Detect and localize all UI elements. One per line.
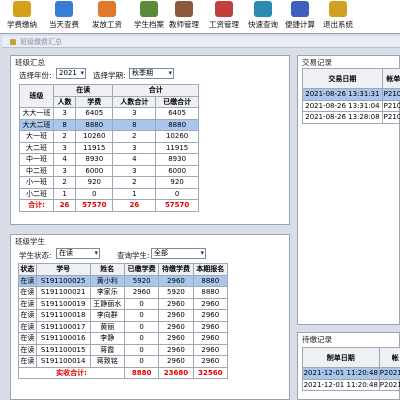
main-toolbar: 学费缴纳 当天查费 发放工资 学生档案 教师管理 工资管理 快速查询 便捷计算 …: [0, 0, 400, 34]
pending-table: 制单日期帐 2021-12-01 11:20:48P202112 2021-12…: [302, 347, 400, 391]
table-row[interactable]: 大大二班 8 8880 8 8880: [19, 118, 199, 131]
exit-icon: [329, 1, 347, 17]
table-row[interactable]: 2021-08-26 13:31:04P21080: [302, 99, 400, 112]
col-count-total: 人数合计: [112, 95, 157, 108]
term-label: 选择学期:: [93, 71, 126, 80]
table-row[interactable]: 在读 S191100021 李家乐 2960 5920 8880: [18, 286, 229, 299]
magnifier-icon: [254, 1, 272, 17]
table-row[interactable]: 在读 S191100018 李向群 0 2960 2960: [18, 309, 229, 322]
calendar-search-icon: [55, 1, 73, 17]
class-summary-panel: 班级汇总 选择年份: 2021 选择学期: 秋季期 班级在读合计 人数学费人数合…: [10, 55, 290, 225]
status-select[interactable]: 在读: [56, 248, 100, 259]
table-row[interactable]: 小二班 1 0 1 0: [19, 187, 199, 200]
coins-icon: [13, 1, 31, 17]
table-row[interactable]: 在读 S191100019 王静丽水 0 2960 2960: [18, 297, 229, 310]
toolbar-pay-tuition[interactable]: 学费缴纳: [2, 0, 42, 34]
query-label: 查询学生:: [117, 251, 150, 260]
students-total-row: 实收合计: 8880 23680 32560: [18, 366, 229, 379]
col-bill-no: 帐单编: [381, 68, 400, 89]
status-label: 学生状态:: [19, 251, 52, 260]
query-select[interactable]: 全部: [151, 248, 206, 259]
class-students-panel: 班级学生 学生状态: 在读 查询学生: 全部 状态学号姓名已缴学费待缴学费本期报…: [10, 234, 290, 400]
window-title: 班级缴费汇总: [20, 38, 62, 46]
wallet-icon: [215, 1, 233, 17]
year-select[interactable]: 2021: [56, 68, 86, 79]
class-students-title: 班级学生: [15, 237, 45, 246]
table-row[interactable]: 2021-12-01 11:20:48P202112: [302, 367, 400, 380]
col-fee: 学费: [75, 95, 114, 108]
window-icon: [10, 39, 16, 45]
col-enroll: 本期报名: [192, 263, 229, 276]
col-trade-date: 交易日期: [302, 68, 383, 89]
table-row[interactable]: 2021-08-26 13:31:31P21080: [302, 88, 400, 101]
table-row[interactable]: 大大一班 3 6405 3 6405: [19, 107, 199, 120]
table-row[interactable]: 小一班 2 920 2 920: [19, 176, 199, 189]
col-status: 状态: [18, 263, 37, 276]
toolbar-salary-mgmt[interactable]: 工资管理: [204, 0, 244, 34]
toolbar-pay-salary[interactable]: 发放工资: [87, 0, 127, 34]
toolbar-student-files[interactable]: 学生档案: [129, 0, 169, 34]
col-total: 合计: [112, 84, 199, 97]
table-row[interactable]: 2021-12-01 11:20:48P202112: [302, 378, 400, 391]
table-row[interactable]: 在读 S191100016 李静 0 2960 2960: [18, 332, 229, 345]
table-row[interactable]: 在读 S191100025 黄小利 5920 2960 8880: [18, 274, 229, 287]
window-titlebar: 班级缴费汇总: [2, 36, 400, 48]
term-select[interactable]: 秋季期: [129, 68, 174, 79]
col-class: 班级: [19, 84, 54, 108]
teacher-icon: [175, 1, 193, 17]
class-summary-table: 班级 在读 合计 人数 学费 人数合计 已缴合计 大大一班 3 6405 3 6405 大大二班 8…: [19, 84, 199, 212]
table-row[interactable]: 中二班 3 6000 3 6000: [19, 164, 199, 177]
student-folder-icon: [140, 1, 158, 17]
toolbar-exit[interactable]: 退出系统: [318, 0, 358, 34]
calculator-icon: [291, 1, 309, 17]
students-table: 状态 学号 姓名 已缴学费 待缴学费 本期报名 在读 S191100025 黄小利 5920 29…: [18, 263, 229, 379]
transaction-records-title: 交易记录: [302, 58, 332, 67]
money-bag-icon: [98, 1, 116, 17]
table-row[interactable]: 在读 S191100015 蒋霞 0 2960 2960: [18, 343, 229, 356]
col-paid: 已缴学费: [123, 263, 160, 276]
col-student-id: 学号: [35, 263, 91, 276]
col-paid-total: 已缴合计: [155, 95, 199, 108]
toolbar-teacher-mgmt[interactable]: 教师管理: [164, 0, 204, 34]
col-count: 人数: [52, 95, 77, 108]
transactions-table: 交易日期帐单编 2021-08-26 13:31:31P21080 2021-0…: [302, 68, 400, 124]
table-row[interactable]: 大一班 2 10260 2 10260: [19, 130, 199, 143]
table-row[interactable]: 在读 S191100014 蒋致铭 0 2960 2960: [18, 355, 229, 368]
year-label: 选择年份:: [19, 71, 52, 80]
table-row[interactable]: 2021-08-26 13:28:08P21080: [302, 111, 400, 124]
transaction-records-panel: 交易记录 交易日期帐单编 2021-08-26 13:31:31P21080 2…: [297, 55, 400, 325]
col-pending: 待缴学费: [158, 263, 194, 276]
col-made-date: 制单日期: [302, 347, 380, 368]
col-enrolled: 在读: [52, 84, 114, 97]
pending-records-panel: 待缴记录 制单日期帐 2021-12-01 11:20:48P202112 20…: [297, 332, 400, 400]
class-summary-title: 班级汇总: [15, 58, 45, 67]
toolbar-daily-fees[interactable]: 当天查费: [44, 0, 84, 34]
toolbar-calculator[interactable]: 便捷计算: [280, 0, 320, 34]
col-bill: 帐: [378, 347, 400, 368]
table-row[interactable]: 中一班 4 8930 4 8930: [19, 153, 199, 166]
summary-total-row: 合计: 26 57570 26 57570: [19, 199, 199, 212]
table-row[interactable]: 大二班 3 11915 3 11915: [19, 141, 199, 154]
table-row[interactable]: 在读 S191100017 黄丽 0 2960 2960: [18, 320, 229, 333]
col-name: 姓名: [89, 263, 125, 276]
toolbar-quick-query[interactable]: 快速查询: [243, 0, 283, 34]
pending-records-title: 待缴记录: [302, 335, 332, 344]
